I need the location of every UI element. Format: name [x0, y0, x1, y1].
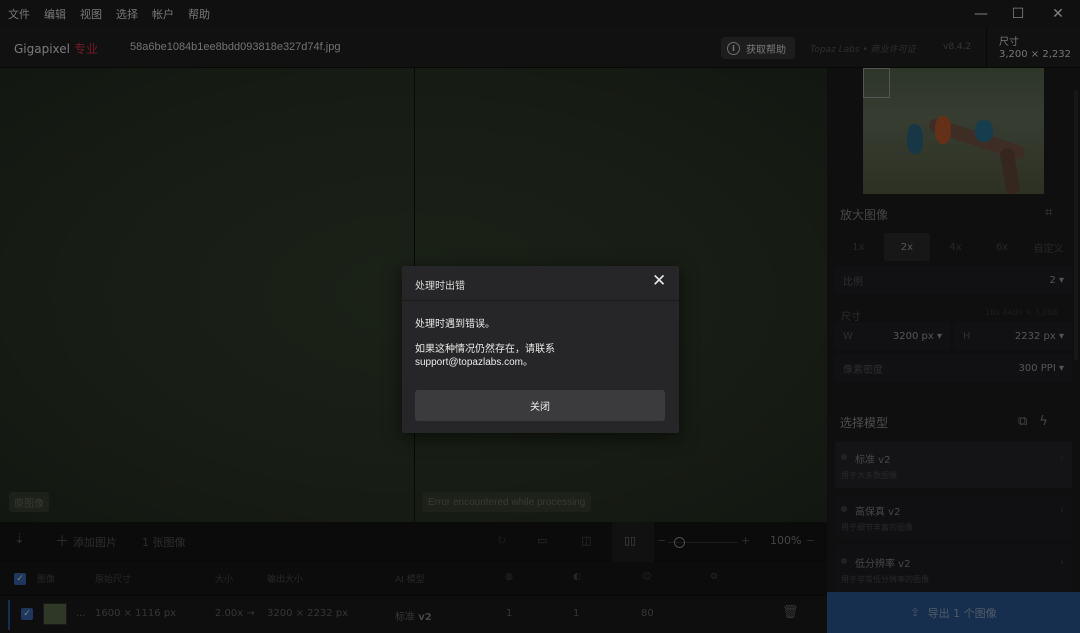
error-dialog: 处理时出错 ✕ 处理时遇到错误。 如果这种情况仍然存在，请联系 support@…	[402, 266, 679, 433]
dialog-close-button[interactable]: 关闭	[415, 390, 665, 421]
dialog-support-email: support@topazlabs.com。	[415, 357, 533, 368]
dialog-title: 处理时出错	[415, 281, 465, 292]
dialog-message: 处理时遇到错误。	[415, 319, 495, 330]
dialog-divider	[402, 300, 679, 301]
dialog-close-icon[interactable]: ✕	[652, 273, 666, 290]
